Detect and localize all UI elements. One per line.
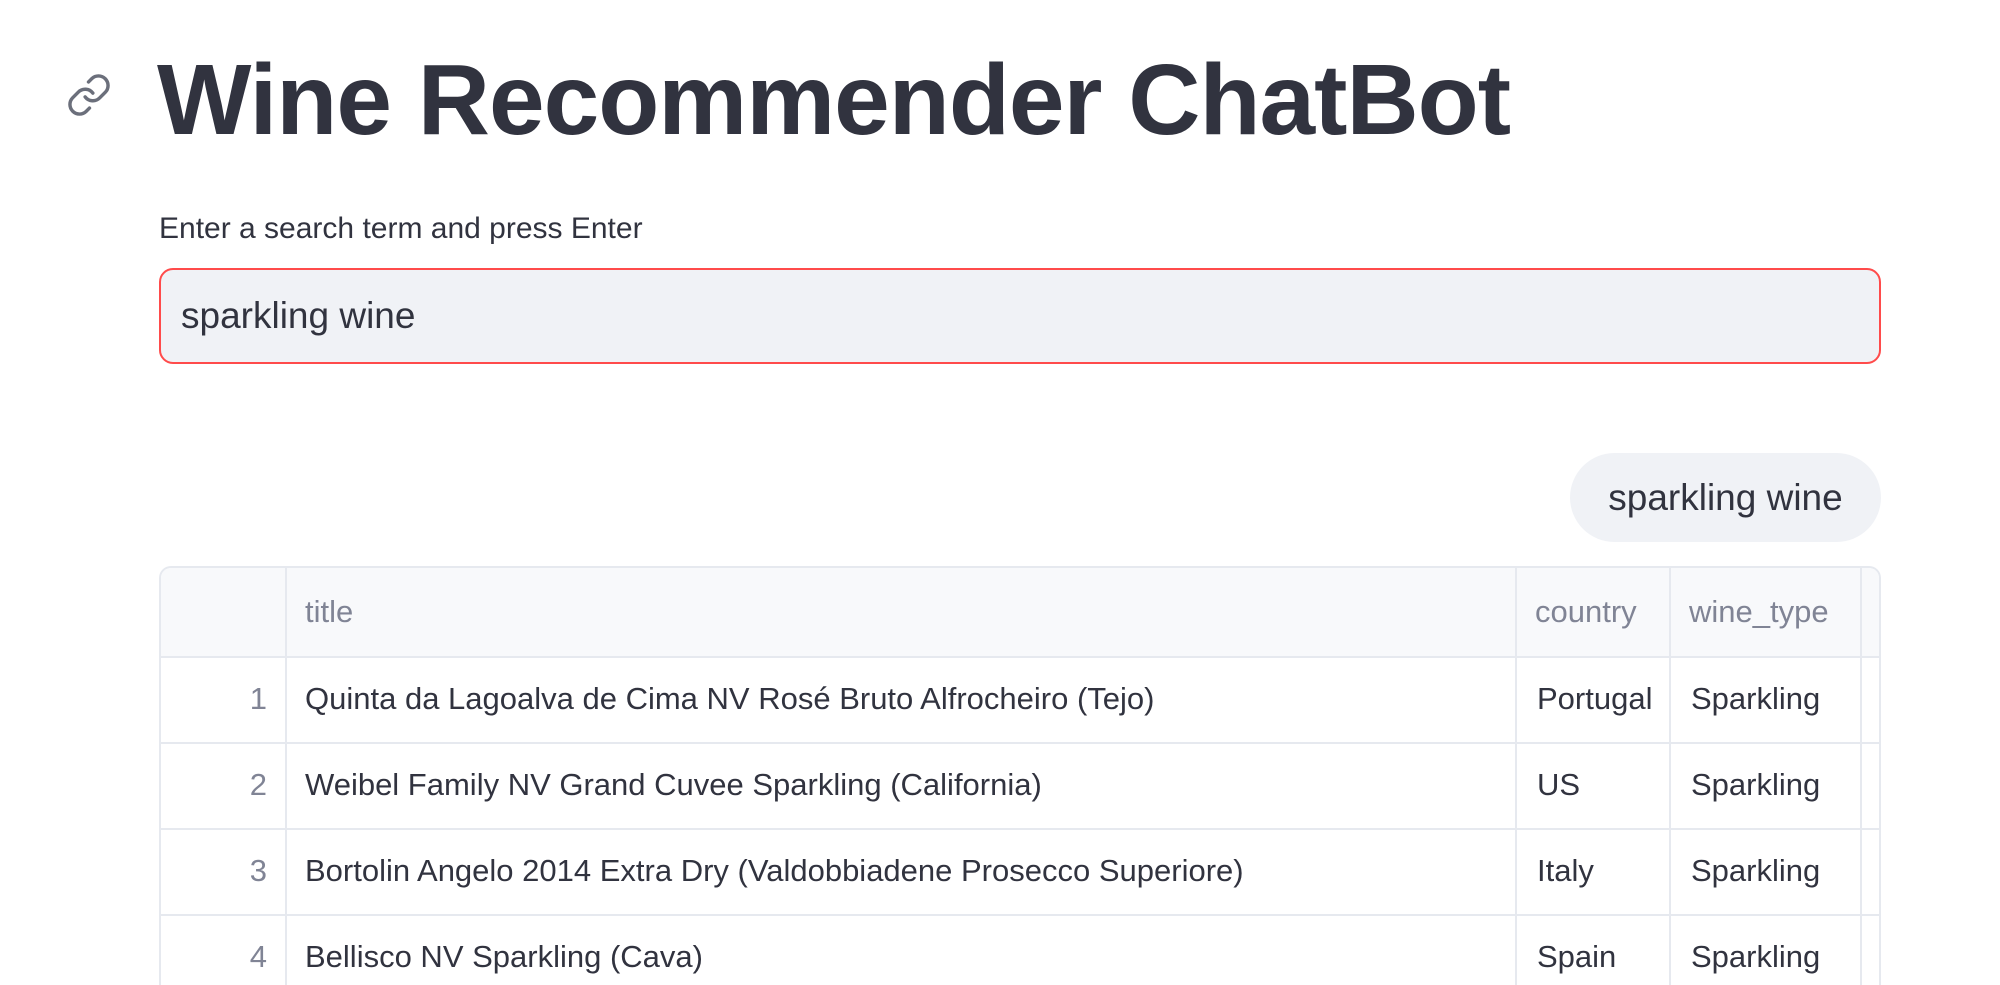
cell-truncated[interactable]: L [1862,828,1879,914]
table-row[interactable]: 4 Bellisco NV Sparkling (Cava) Spain Spa… [161,914,1879,985]
link-icon[interactable] [66,72,112,118]
row-index: 3 [161,828,287,914]
column-header-index[interactable] [161,568,287,656]
cell-title[interactable]: Weibel Family NV Grand Cuvee Sparkling (… [287,742,1517,828]
row-index: 2 [161,742,287,828]
table-row[interactable]: 3 Bortolin Angelo 2014 Extra Dry (Valdob… [161,828,1879,916]
column-header-wine-type[interactable]: wine_type [1671,568,1862,656]
cell-country[interactable]: Italy [1517,828,1671,914]
column-header-title[interactable]: title [287,568,1517,656]
cell-title[interactable]: Bortolin Angelo 2014 Extra Dry (Valdobbi… [287,828,1517,914]
cell-truncated[interactable]: F [1862,914,1879,985]
cell-truncated[interactable]: B [1862,656,1879,742]
table-header: title country wine_type c [161,568,1879,658]
table-row[interactable]: 1 Quinta da Lagoalva de Cima NV Rosé Bru… [161,656,1879,744]
row-index: 4 [161,914,287,985]
cell-country[interactable]: US [1517,742,1671,828]
user-message-bubble: sparkling wine [1570,453,1881,542]
page-title: Wine Recommender ChatBot [157,44,1511,156]
cell-truncated[interactable]: A [1862,742,1879,828]
cell-wine-type[interactable]: Sparkling [1671,656,1862,742]
cell-title[interactable]: Bellisco NV Sparkling (Cava) [287,914,1517,985]
search-field[interactable] [159,268,1881,364]
results-table[interactable]: title country wine_type c 1 Quinta da La… [159,566,1881,985]
column-header-country[interactable]: country [1517,568,1671,656]
column-header-truncated[interactable]: c [1862,568,1879,656]
cell-wine-type[interactable]: Sparkling [1671,742,1862,828]
table-row[interactable]: 2 Weibel Family NV Grand Cuvee Sparkling… [161,742,1879,830]
row-index: 1 [161,656,287,742]
cell-country[interactable]: Spain [1517,914,1671,985]
cell-wine-type[interactable]: Sparkling [1671,914,1862,985]
cell-wine-type[interactable]: Sparkling [1671,828,1862,914]
search-label: Enter a search term and press Enter [159,212,643,245]
cell-country[interactable]: Portugal [1517,656,1671,742]
cell-title[interactable]: Quinta da Lagoalva de Cima NV Rosé Bruto… [287,656,1517,742]
search-input[interactable] [161,270,1879,362]
